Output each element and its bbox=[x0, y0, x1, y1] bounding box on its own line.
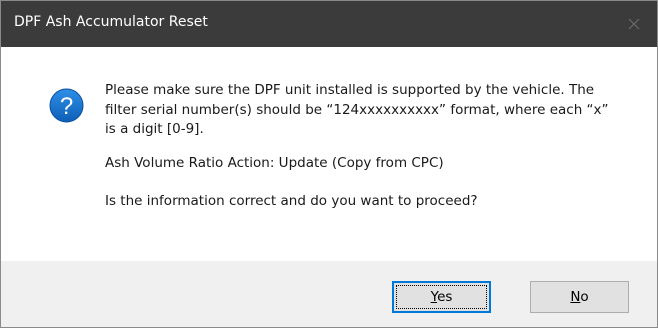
no-label: No bbox=[570, 289, 589, 305]
close-icon bbox=[628, 18, 640, 30]
button-bar: Yes No bbox=[1, 261, 657, 327]
dialog-title: DPF Ash Accumulator Reset bbox=[14, 14, 208, 30]
confirm-question: Is the information correct and do you wa… bbox=[105, 193, 478, 209]
question-icon: ? bbox=[49, 88, 84, 123]
yes-button[interactable]: Yes bbox=[392, 281, 491, 313]
message-dialog: DPF Ash Accumulator Reset ? Please make … bbox=[0, 0, 658, 328]
title-bar: DPF Ash Accumulator Reset bbox=[1, 1, 657, 47]
action-text: Ash Volume Ratio Action: Update (Copy fr… bbox=[105, 154, 444, 171]
message-paragraph: Please make sure the DPF unit installed … bbox=[105, 81, 625, 140]
svg-text:?: ? bbox=[60, 93, 73, 120]
message-line: Please make sure the DPF unit installed … bbox=[105, 82, 595, 98]
yes-label: Yes bbox=[430, 289, 453, 305]
message-line: is a digit [0-9]. bbox=[105, 121, 204, 137]
no-button[interactable]: No bbox=[530, 281, 629, 313]
message-line: filter serial number(s) should be “124xx… bbox=[105, 101, 609, 118]
close-button[interactable] bbox=[617, 7, 651, 41]
dialog-body: ? Please make sure the DPF unit installe… bbox=[1, 47, 657, 261]
message-text: Please make sure the DPF unit installed … bbox=[105, 81, 625, 212]
